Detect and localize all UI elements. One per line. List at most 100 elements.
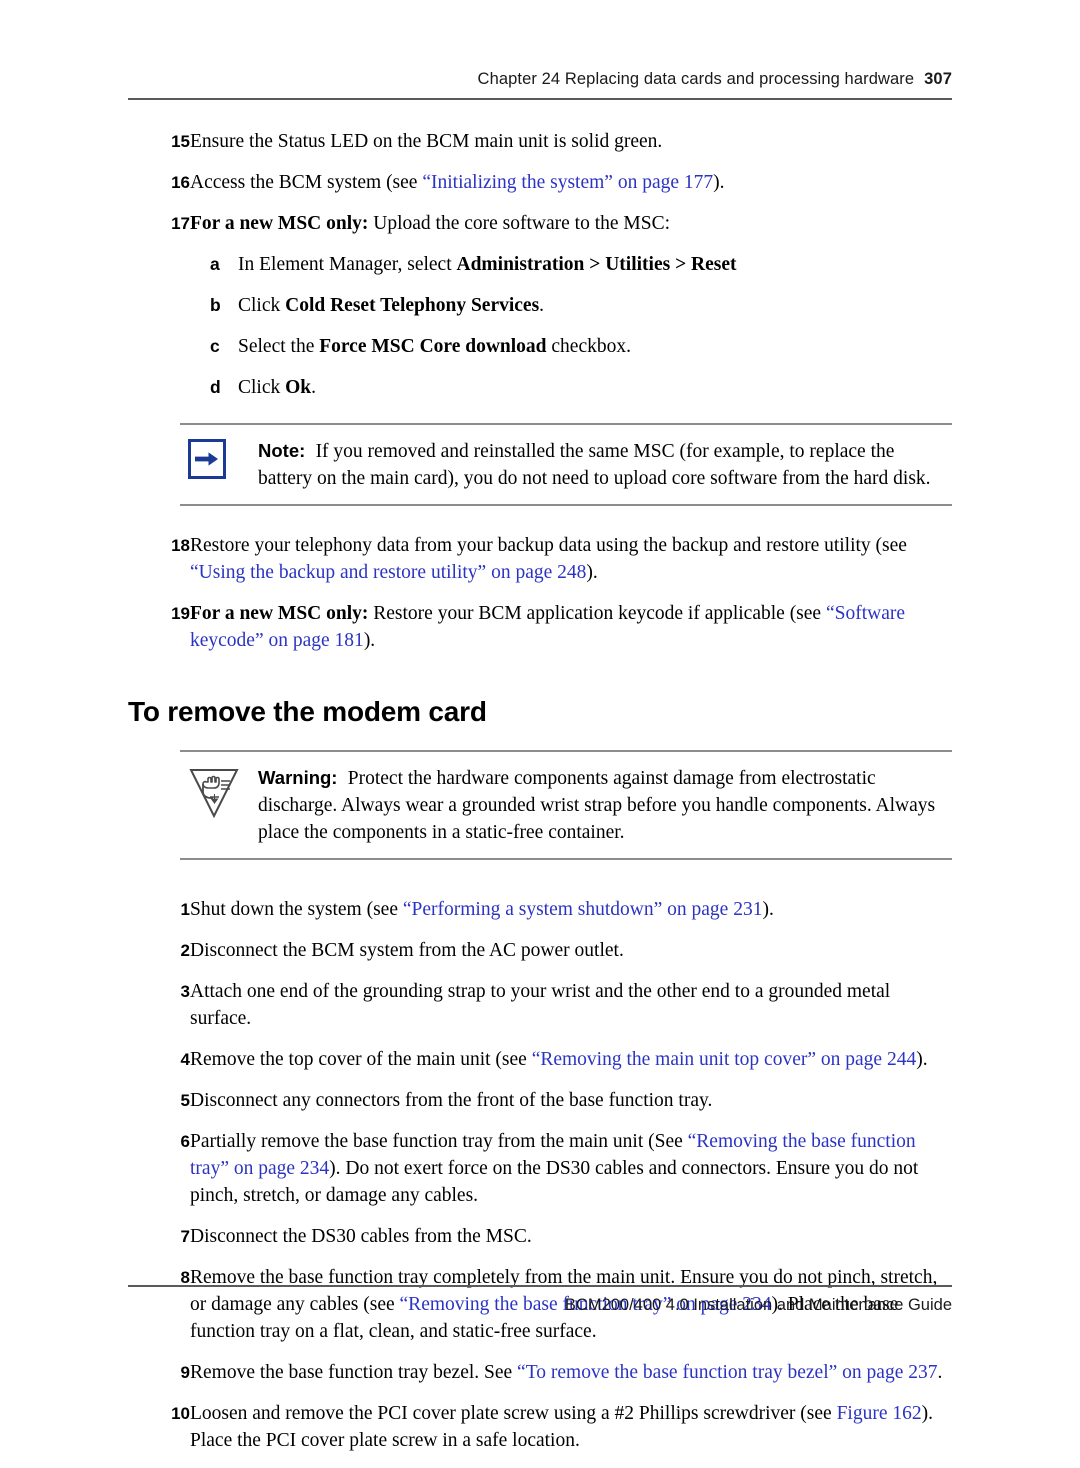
body-text: Select the bbox=[238, 336, 320, 357]
step-text: Remove the base function tray bezel. See… bbox=[190, 1362, 942, 1383]
body-text: Shut down the system (see bbox=[190, 899, 403, 920]
numbered-step: 3 Attach one end of the grounding strap t… bbox=[128, 978, 952, 1032]
step-text: Restore your telephony data from your ba… bbox=[190, 535, 907, 583]
numbered-step: 2 Disconnect the BCM system from the AC p… bbox=[128, 937, 952, 964]
header-chapter-title: Chapter 24 Replacing data cards and proc… bbox=[477, 70, 915, 88]
document-page: Chapter 24 Replacing data cards and proc… bbox=[0, 0, 1080, 1451]
numbered-step: 4 Remove the top cover of the main unit (… bbox=[128, 1046, 952, 1073]
emphasis-text: For a new MSC only: bbox=[190, 603, 369, 624]
body-text: Disconnect the DS30 cables from the MSC. bbox=[190, 1226, 532, 1247]
numbered-step: 7 Disconnect the DS30 cables from the MSC… bbox=[128, 1223, 952, 1250]
procedure-step-list: 1 Shut down the system (see “Performing a… bbox=[128, 896, 952, 1454]
body-text: Upload the core software to the MSC: bbox=[368, 213, 671, 234]
step-number: 2 bbox=[180, 941, 190, 960]
body-text: In Element Manager, select bbox=[238, 254, 457, 275]
step-text: Remove the top cover of the main unit (s… bbox=[190, 1049, 928, 1070]
substep-letter: a bbox=[210, 254, 220, 274]
header-divider bbox=[128, 98, 952, 100]
body-text: . bbox=[539, 295, 545, 316]
step-text: Disconnect the DS30 cables from the MSC. bbox=[190, 1226, 532, 1247]
substep-text: Click Cold Reset Telephony Services. bbox=[238, 295, 544, 316]
warning-admonition: Warning: Protect the hardware components… bbox=[180, 750, 952, 860]
note-label: Note: bbox=[258, 440, 316, 461]
step-text: Shut down the system (see “Performing a … bbox=[190, 899, 774, 920]
numbered-step: 10 Loosen and remove the PCI cover plate … bbox=[128, 1400, 952, 1454]
step-text: Disconnect the BCM system from the AC po… bbox=[190, 940, 624, 961]
step-text: Partially remove the base function tray … bbox=[190, 1131, 918, 1206]
step-text: Loosen and remove the PCI cover plate sc… bbox=[190, 1403, 933, 1451]
substep-letter: c bbox=[210, 336, 220, 356]
note-admonition: Note: If you removed and reinstalled the… bbox=[180, 423, 952, 506]
warning-text: Protect the hardware components against … bbox=[258, 768, 936, 843]
step-number: 19 bbox=[171, 604, 190, 623]
step-number: 3 bbox=[180, 982, 190, 1001]
body-text: ). bbox=[916, 1049, 928, 1070]
step-text: Disconnect any connectors from the front… bbox=[190, 1090, 712, 1111]
body-text: Ensure the Status LED on the BCM main un… bbox=[190, 131, 663, 152]
body-text: Attach one end of the grounding strap to… bbox=[190, 981, 891, 1029]
step-list-continued: 15 Ensure the Status LED on the BCM main … bbox=[128, 128, 952, 237]
lettered-substep: a In Element Manager, select Administrati… bbox=[128, 251, 952, 278]
numbered-step: 1 Shut down the system (see “Performing a… bbox=[128, 896, 952, 923]
running-footer: BCM200/400 4.0 Installation and Maintena… bbox=[564, 1296, 952, 1314]
body-text: Click bbox=[238, 377, 286, 398]
cross-reference-link[interactable]: “Initializing the system” on page 177 bbox=[422, 172, 713, 193]
lettered-substep: b Click Cold Reset Telephony Services. bbox=[128, 292, 952, 319]
step-number: 6 bbox=[180, 1132, 190, 1151]
cross-reference-link[interactable]: “Performing a system shutdown” on page 2… bbox=[403, 899, 763, 920]
numbered-step: 9 Remove the base function tray bezel. Se… bbox=[128, 1359, 952, 1386]
body-text: Remove the base function tray bezel. See bbox=[190, 1362, 518, 1383]
emphasis-text: Ok bbox=[285, 377, 312, 398]
body-text: ). bbox=[762, 899, 774, 920]
numbered-step: 6 Partially remove the base function tray… bbox=[128, 1128, 952, 1209]
right-arrow-icon bbox=[188, 439, 226, 479]
substep-letter: d bbox=[210, 377, 221, 397]
body-text: ). bbox=[713, 172, 725, 193]
substep-text: In Element Manager, select Administratio… bbox=[238, 254, 737, 275]
numbered-step: 15 Ensure the Status LED on the BCM main … bbox=[128, 128, 952, 155]
step-text: Attach one end of the grounding strap to… bbox=[190, 981, 890, 1029]
body-text: Loosen and remove the PCI cover plate sc… bbox=[190, 1403, 837, 1424]
warning-icon-wrap bbox=[188, 764, 250, 826]
body-text: ). bbox=[586, 562, 598, 583]
numbered-step: 17 For a new MSC only: Upload the core so… bbox=[128, 210, 952, 237]
note-icon-wrap bbox=[188, 437, 250, 499]
step-text: For a new MSC only: Upload the core soft… bbox=[190, 213, 670, 234]
substep-list: a In Element Manager, select Administrati… bbox=[128, 251, 952, 401]
body-text: Remove the top cover of the main unit (s… bbox=[190, 1049, 532, 1070]
header-page-number: 307 bbox=[924, 70, 952, 88]
step-number: 15 bbox=[171, 132, 190, 151]
body-text: . bbox=[311, 377, 317, 398]
substep-letter: b bbox=[210, 295, 221, 315]
step-number: 7 bbox=[180, 1227, 190, 1246]
cross-reference-link[interactable]: “To remove the base function tray bezel”… bbox=[517, 1362, 937, 1383]
lettered-substep: d Click Ok. bbox=[128, 374, 952, 401]
cross-reference-link[interactable]: Figure 162 bbox=[837, 1403, 922, 1424]
substep-text: Select the Force MSC Core download check… bbox=[238, 336, 631, 357]
body-text: Restore your telephony data from your ba… bbox=[190, 535, 907, 556]
lettered-substep: c Select the Force MSC Core download chec… bbox=[128, 333, 952, 360]
body-text: . bbox=[937, 1362, 943, 1383]
emphasis-text: Cold Reset Telephony Services bbox=[285, 295, 540, 316]
esd-warning-icon bbox=[189, 769, 239, 819]
section-heading: To remove the modem card bbox=[128, 696, 487, 727]
cross-reference-link[interactable]: “Using the backup and restore utility” o… bbox=[190, 562, 586, 583]
footer-divider bbox=[128, 1285, 952, 1287]
body-text: Disconnect any connectors from the front… bbox=[190, 1090, 713, 1111]
cross-reference-link[interactable]: “Removing the main unit top cover” on pa… bbox=[532, 1049, 917, 1070]
step-number: 10 bbox=[171, 1404, 190, 1423]
body-text: Partially remove the base function tray … bbox=[190, 1131, 688, 1152]
body-text: Click bbox=[238, 295, 286, 316]
emphasis-text: Force MSC Core download bbox=[319, 336, 547, 357]
page-content: 15 Ensure the Status LED on the BCM main … bbox=[128, 128, 952, 1468]
numbered-step: 5 Disconnect any connectors from the fron… bbox=[128, 1087, 952, 1114]
substep-text: Click Ok. bbox=[238, 377, 316, 398]
step-list-after-note: 18 Restore your telephony data from your … bbox=[128, 532, 952, 654]
step-number: 4 bbox=[180, 1050, 190, 1069]
step-text: Access the BCM system (see “Initializing… bbox=[190, 172, 725, 193]
step-text: For a new MSC only: Restore your BCM app… bbox=[190, 603, 905, 651]
body-text: Access the BCM system (see bbox=[190, 172, 423, 193]
body-text: ). bbox=[363, 630, 376, 651]
body-text: Disconnect the BCM system from the AC po… bbox=[190, 940, 624, 961]
numbered-step: 19 For a new MSC only: Restore your BCM a… bbox=[128, 600, 952, 654]
